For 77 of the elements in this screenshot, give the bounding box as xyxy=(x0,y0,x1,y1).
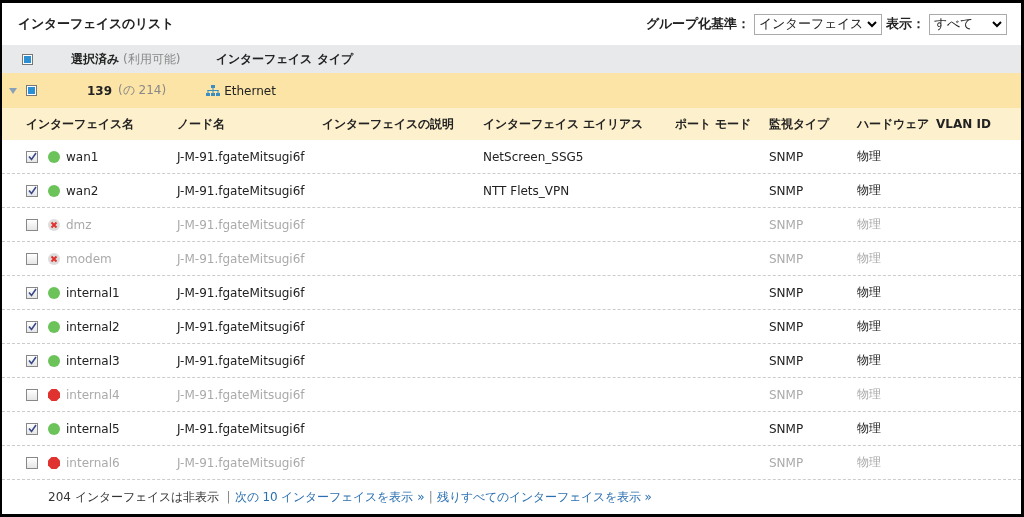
interface-alias: NetScreen_SSG5 xyxy=(483,149,585,164)
column-header[interactable]: 監視タイプ xyxy=(769,115,857,133)
interface-name[interactable]: wan1 xyxy=(66,149,177,164)
row-checkbox[interactable] xyxy=(26,320,38,333)
show-label: 表示： xyxy=(886,15,925,33)
node-name: J-M-91.fgateMitsugi6f xyxy=(177,149,306,164)
available-header: (利用可能) xyxy=(123,50,181,68)
interface-name[interactable]: internal5 xyxy=(66,421,177,436)
node-name: J-M-91.fgateMitsugi6f xyxy=(177,387,306,402)
row-checkbox[interactable] xyxy=(26,456,38,469)
monitor-type: SNMP xyxy=(769,251,805,266)
hardware-type: 物理 xyxy=(857,148,882,165)
chevron-down-icon xyxy=(992,20,1002,28)
row-checkbox[interactable] xyxy=(26,252,38,265)
monitor-type: SNMP xyxy=(769,285,805,300)
chevron-down-icon xyxy=(867,20,877,28)
monitor-type: SNMP xyxy=(769,353,805,368)
column-header[interactable]: インターフェイスの説明 xyxy=(322,115,483,133)
interface-type: Ethernet xyxy=(224,83,276,98)
monitor-type: SNMP xyxy=(769,149,805,164)
hardware-type: 物理 xyxy=(857,182,882,199)
interface-name[interactable]: internal1 xyxy=(66,285,177,300)
hidden-count-text: 204 インターフェイスは非表示 xyxy=(48,490,219,504)
monitor-type: SNMP xyxy=(769,319,805,334)
panel-title: インターフェイスのリスト xyxy=(18,15,175,33)
row-checkbox[interactable] xyxy=(26,184,38,197)
monitor-type: SNMP xyxy=(769,183,805,198)
column-header[interactable]: VLAN ID xyxy=(936,117,1021,131)
group-by-dropdown[interactable]: インターフェイス xyxy=(754,13,882,35)
group-checkbox[interactable] xyxy=(26,85,37,96)
row-checkbox[interactable] xyxy=(26,422,38,435)
monitor-type: SNMP xyxy=(769,455,805,470)
monitor-type: SNMP xyxy=(769,421,805,436)
node-name: J-M-91.fgateMitsugi6f xyxy=(177,285,306,300)
hardware-type: 物理 xyxy=(857,250,882,267)
show-more-link[interactable]: 次の 10 インターフェイスを表示 » xyxy=(234,490,425,504)
column-header[interactable]: ノード名 xyxy=(177,115,322,133)
separator: | xyxy=(428,490,433,504)
select-all-checkbox[interactable] xyxy=(22,53,33,65)
selected-header: 選択済み xyxy=(71,50,119,68)
interface-alias: NTT Flets_VPN xyxy=(483,183,571,198)
interface-name[interactable]: wan2 xyxy=(66,183,177,198)
column-header[interactable]: ポート モード xyxy=(675,115,769,133)
column-header[interactable]: インターフェイス エイリアス xyxy=(483,115,675,133)
row-checkbox[interactable] xyxy=(26,218,38,231)
row-checkbox[interactable] xyxy=(26,354,38,367)
hardware-type: 物理 xyxy=(857,284,882,301)
type-header: インターフェイス タイプ xyxy=(216,50,353,68)
network-icon xyxy=(206,84,221,97)
group-by-label: グループ化基準： xyxy=(646,15,750,33)
row-checkbox[interactable] xyxy=(26,150,38,163)
hardware-type: 物理 xyxy=(857,318,882,335)
separator: | xyxy=(226,490,231,504)
row-checkbox[interactable] xyxy=(26,388,38,401)
hardware-type: 物理 xyxy=(857,386,882,403)
hardware-type: 物理 xyxy=(857,216,882,233)
node-name: J-M-91.fgateMitsugi6f xyxy=(177,421,306,436)
show-more-link[interactable]: 残りすべてのインターフェイスを表示 » xyxy=(436,490,652,504)
hardware-type: 物理 xyxy=(857,454,882,471)
row-checkbox[interactable] xyxy=(26,286,38,299)
node-name: J-M-91.fgateMitsugi6f xyxy=(177,217,306,232)
node-name: J-M-91.fgateMitsugi6f xyxy=(177,183,306,198)
column-header[interactable]: インターフェイス名 xyxy=(26,115,177,133)
available-count: (の 214) xyxy=(118,82,167,99)
hardware-type: 物理 xyxy=(857,420,882,437)
column-header[interactable]: ハードウェア xyxy=(857,115,936,133)
monitor-type: SNMP xyxy=(769,217,805,232)
node-name: J-M-91.fgateMitsugi6f xyxy=(177,455,306,470)
selected-count: 139 xyxy=(87,83,113,98)
node-name: J-M-91.fgateMitsugi6f xyxy=(177,251,306,266)
show-dropdown[interactable]: すべて xyxy=(929,13,1007,35)
node-name: J-M-91.fgateMitsugi6f xyxy=(177,353,306,368)
interface-name[interactable]: internal2 xyxy=(66,319,177,334)
monitor-type: SNMP xyxy=(769,387,805,402)
node-name: J-M-91.fgateMitsugi6f xyxy=(177,319,306,334)
interface-name[interactable]: internal3 xyxy=(66,353,177,368)
hardware-type: 物理 xyxy=(857,352,882,369)
